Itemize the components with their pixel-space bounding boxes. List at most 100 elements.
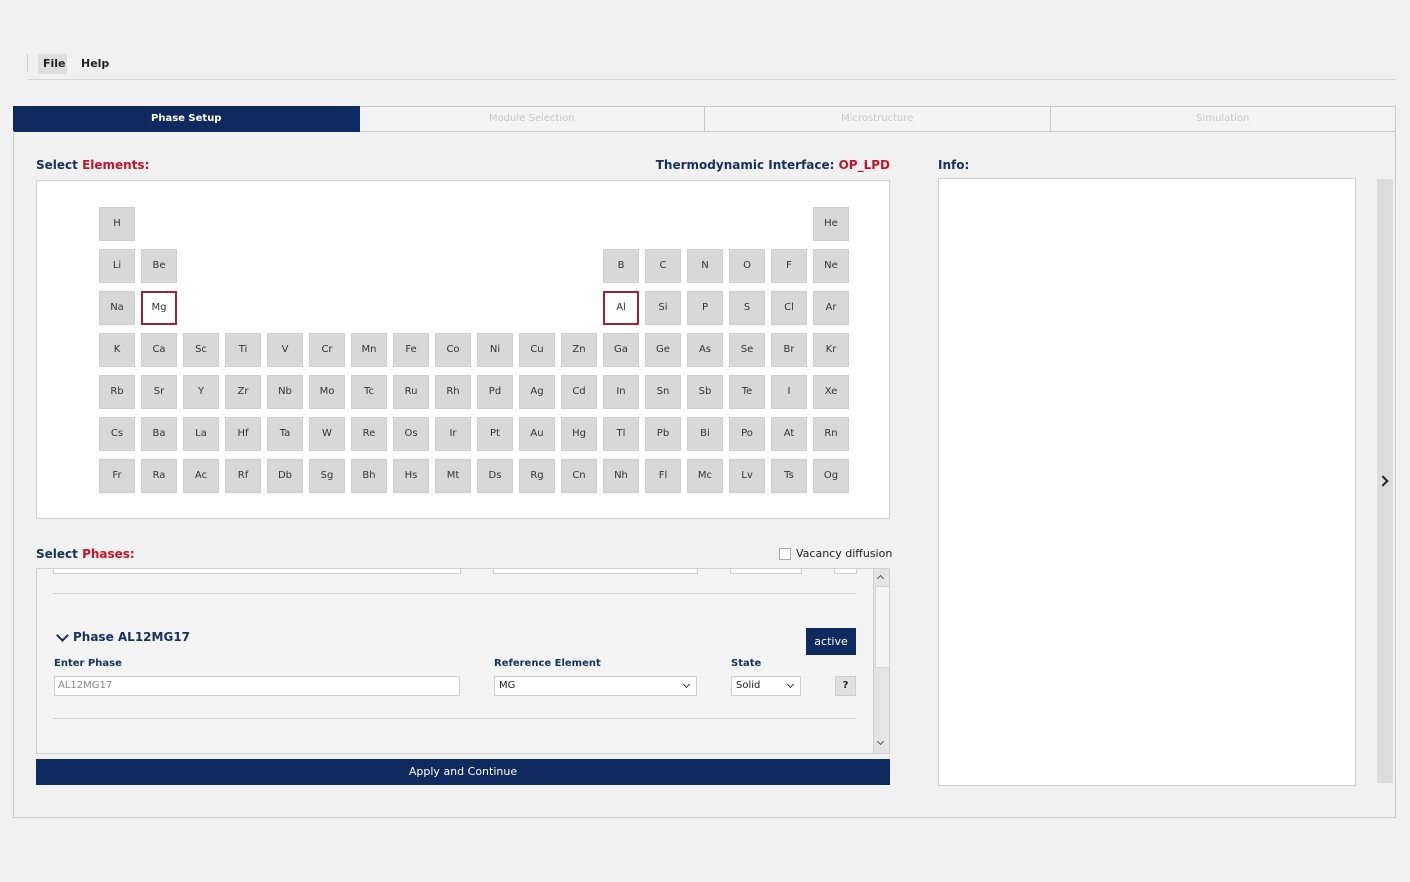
element-zr[interactable]: Zr — [225, 375, 261, 409]
phase-header[interactable]: Phase AL12MG17 — [56, 628, 190, 644]
side-panel-toggle[interactable] — [1377, 179, 1393, 783]
element-f[interactable]: F — [771, 249, 807, 283]
element-al[interactable]: Al — [603, 291, 639, 325]
element-ir[interactable]: Ir — [435, 417, 471, 451]
element-bh[interactable]: Bh — [351, 459, 387, 493]
element-c[interactable]: C — [645, 249, 681, 283]
element-b[interactable]: B — [603, 249, 639, 283]
element-co[interactable]: Co — [435, 333, 471, 367]
element-cu[interactable]: Cu — [519, 333, 555, 367]
scroll-up-icon[interactable] — [876, 574, 885, 583]
enter-phase-input[interactable]: AL12MG17 — [54, 676, 460, 696]
element-h[interactable]: H — [99, 207, 135, 241]
element-sn[interactable]: Sn — [645, 375, 681, 409]
element-au[interactable]: Au — [519, 417, 555, 451]
element-n[interactable]: N — [687, 249, 723, 283]
scroll-down-icon[interactable] — [876, 737, 885, 746]
element-cr[interactable]: Cr — [309, 333, 345, 367]
scroll-thumb[interactable] — [875, 586, 889, 668]
tab-module-selection[interactable]: Module Selection — [359, 106, 705, 132]
element-li[interactable]: Li — [99, 249, 135, 283]
element-rb[interactable]: Rb — [99, 375, 135, 409]
element-si[interactable]: Si — [645, 291, 681, 325]
element-fr[interactable]: Fr — [99, 459, 135, 493]
element-mg[interactable]: Mg — [141, 291, 177, 325]
tab-microstructure[interactable]: Microstructure — [705, 106, 1051, 132]
element-os[interactable]: Os — [393, 417, 429, 451]
element-te[interactable]: Te — [729, 375, 765, 409]
vacancy-diffusion-option[interactable]: Vacancy diffusion — [779, 547, 892, 560]
chevron-right-icon[interactable] — [1377, 475, 1389, 487]
element-lv[interactable]: Lv — [729, 459, 765, 493]
element-ge[interactable]: Ge — [645, 333, 681, 367]
element-as[interactable]: As — [687, 333, 723, 367]
element-pd[interactable]: Pd — [477, 375, 513, 409]
element-nb[interactable]: Nb — [267, 375, 303, 409]
element-mn[interactable]: Mn — [351, 333, 387, 367]
element-ag[interactable]: Ag — [519, 375, 555, 409]
element-ar[interactable]: Ar — [813, 291, 849, 325]
element-ba[interactable]: Ba — [141, 417, 177, 451]
element-og[interactable]: Og — [813, 459, 849, 493]
element-rh[interactable]: Rh — [435, 375, 471, 409]
element-hg[interactable]: Hg — [561, 417, 597, 451]
element-ti[interactable]: Ti — [225, 333, 261, 367]
element-pb[interactable]: Pb — [645, 417, 681, 451]
element-br[interactable]: Br — [771, 333, 807, 367]
element-cs[interactable]: Cs — [99, 417, 135, 451]
element-mt[interactable]: Mt — [435, 459, 471, 493]
element-zn[interactable]: Zn — [561, 333, 597, 367]
vacancy-diffusion-checkbox[interactable] — [779, 547, 791, 560]
element-o[interactable]: O — [729, 249, 765, 283]
element-y[interactable]: Y — [183, 375, 219, 409]
element-na[interactable]: Na — [99, 291, 135, 325]
menu-help[interactable]: Help — [76, 54, 114, 74]
element-hs[interactable]: Hs — [393, 459, 429, 493]
element-mc[interactable]: Mc — [687, 459, 723, 493]
element-ra[interactable]: Ra — [141, 459, 177, 493]
menu-file[interactable]: File — [38, 54, 67, 74]
element-mo[interactable]: Mo — [309, 375, 345, 409]
element-ta[interactable]: Ta — [267, 417, 303, 451]
element-se[interactable]: Se — [729, 333, 765, 367]
phase-scrollbar[interactable] — [873, 569, 889, 753]
tab-phase-setup[interactable]: Phase Setup — [13, 106, 360, 132]
element-he[interactable]: He — [813, 207, 849, 241]
element-xe[interactable]: Xe — [813, 375, 849, 409]
element-in[interactable]: In — [603, 375, 639, 409]
state-select[interactable]: Solid — [731, 676, 801, 696]
element-cl[interactable]: Cl — [771, 291, 807, 325]
help-button[interactable]: ? — [835, 676, 856, 696]
element-kr[interactable]: Kr — [813, 333, 849, 367]
element-pt[interactable]: Pt — [477, 417, 513, 451]
reference-element-select[interactable]: MG — [494, 676, 697, 696]
element-fl[interactable]: Fl — [645, 459, 681, 493]
element-bi[interactable]: Bi — [687, 417, 723, 451]
element-ga[interactable]: Ga — [603, 333, 639, 367]
element-rf[interactable]: Rf — [225, 459, 261, 493]
element-v[interactable]: V — [267, 333, 303, 367]
element-ca[interactable]: Ca — [141, 333, 177, 367]
element-sr[interactable]: Sr — [141, 375, 177, 409]
element-hf[interactable]: Hf — [225, 417, 261, 451]
element-be[interactable]: Be — [141, 249, 177, 283]
element-db[interactable]: Db — [267, 459, 303, 493]
element-ts[interactable]: Ts — [771, 459, 807, 493]
active-button[interactable]: active — [806, 628, 856, 655]
element-ds[interactable]: Ds — [477, 459, 513, 493]
element-re[interactable]: Re — [351, 417, 387, 451]
element-tl[interactable]: Tl — [603, 417, 639, 451]
element-sg[interactable]: Sg — [309, 459, 345, 493]
element-sb[interactable]: Sb — [687, 375, 723, 409]
element-cd[interactable]: Cd — [561, 375, 597, 409]
element-fe[interactable]: Fe — [393, 333, 429, 367]
element-ni[interactable]: Ni — [477, 333, 513, 367]
element-ac[interactable]: Ac — [183, 459, 219, 493]
element-rn[interactable]: Rn — [813, 417, 849, 451]
element-k[interactable]: K — [99, 333, 135, 367]
element-at[interactable]: At — [771, 417, 807, 451]
element-po[interactable]: Po — [729, 417, 765, 451]
element-ne[interactable]: Ne — [813, 249, 849, 283]
element-sc[interactable]: Sc — [183, 333, 219, 367]
element-la[interactable]: La — [183, 417, 219, 451]
